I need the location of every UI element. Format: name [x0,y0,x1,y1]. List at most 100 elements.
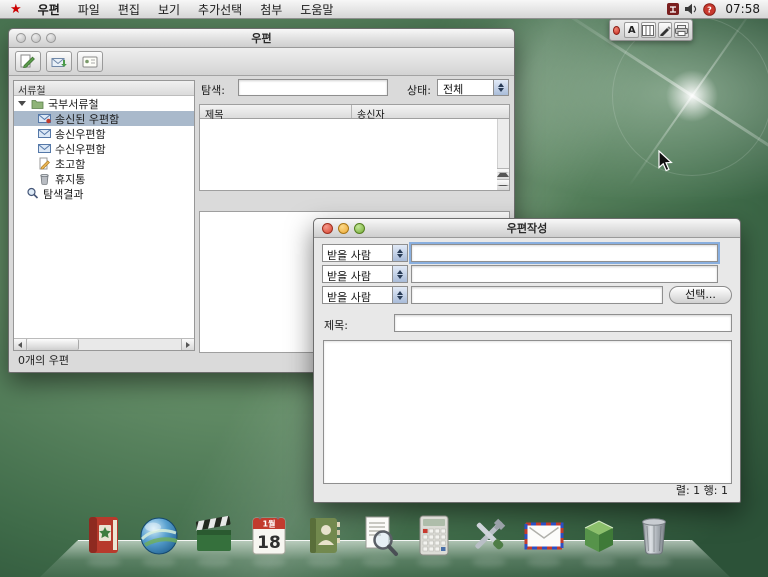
dock-dictionary-icon[interactable] [81,511,127,557]
zoom-button[interactable] [46,33,56,43]
dock-calculator-icon[interactable] [411,511,457,557]
column-subject[interactable]: 제목 [200,105,352,118]
sidebar-item-sent[interactable]: 송신된 우편함 [14,111,194,126]
recipient-input-2[interactable] [411,265,718,283]
get-mail-button[interactable] [46,51,72,72]
minimize-button[interactable] [31,33,41,43]
recipient-type-dropdown-3[interactable]: 받을 사람 [322,286,408,304]
column-sender[interactable]: 송신자 [352,105,509,118]
sidebar-item-inbox[interactable]: 수신우편함 [14,141,194,156]
sidebar-item-label: 송신된 우편함 [55,111,119,127]
recipient-input-1[interactable] [411,244,718,262]
sidebar-item-search-results[interactable]: 탐색결과 [14,186,194,201]
search-input[interactable] [238,79,388,96]
list-scroll-arrows[interactable] [497,168,509,190]
folder-sidebar: 서류철 국부서류철 송신된 우편함 송신우편함 수신우편함 초고함 휴지통 [13,80,195,351]
trash-icon [38,172,51,185]
mail-status-text: 0개의 우편 [18,352,69,368]
dock-calendar-month: 1월 [263,519,276,529]
mail-titlebar[interactable]: 우편 [9,29,514,48]
sidebar-item-label: 송신우편함 [55,126,106,142]
menu-attach[interactable]: 첨부 [251,0,291,19]
stepper-icon [392,245,407,261]
folder-root-row[interactable]: 국부서류철 [14,96,194,111]
sidebar-horizontal-scrollbar[interactable] [14,338,194,350]
menu-view[interactable]: 보기 [149,0,189,19]
subject-input[interactable] [394,314,732,332]
search-label: 탐색: [201,82,225,98]
sidebar-item-drafts[interactable]: 초고함 [14,156,194,171]
new-mail-button[interactable] [15,51,41,72]
dock-trash-icon[interactable] [631,511,677,557]
message-list-header: 제목 송신자 [199,104,510,119]
stepper-icon [493,80,508,95]
clock: 07:58 [725,2,760,16]
sidebar-item-label: 휴지통 [55,171,85,187]
disclosure-triangle-icon[interactable] [18,101,26,106]
columns-button[interactable] [641,22,656,38]
select-recipient-button[interactable]: 선택... [669,286,732,304]
dock-mail-icon[interactable] [521,511,567,557]
state-popup[interactable]: 전체 [437,79,509,96]
dock-icons: 1월 18 [81,511,677,557]
ime-indicator-icon[interactable] [667,3,679,15]
scrollbar-thumb[interactable] [27,339,79,350]
sidebar-item-trash[interactable]: 휴지통 [14,171,194,186]
printer-button[interactable] [674,22,689,38]
sidebar-item-label: 탐색결과 [43,186,83,202]
close-button[interactable] [16,33,26,43]
compose-titlebar[interactable]: 우편작성 [314,219,740,238]
dock-calendar-icon[interactable]: 1월 18 [246,511,292,557]
message-body-textarea[interactable] [323,340,732,484]
zoom-button[interactable] [354,223,365,234]
drafts-icon [38,157,51,170]
close-button[interactable] [322,223,333,234]
menu-options[interactable]: 추가선택 [189,0,251,19]
folder-root-label: 국부서류철 [48,96,99,112]
message-list[interactable] [199,119,510,191]
palette-close-button[interactable] [613,26,620,35]
mail-window-title: 우편 [9,30,514,46]
stepper-icon [392,266,407,282]
minimize-button[interactable] [338,223,349,234]
recipient-input-3[interactable] [411,286,663,304]
compose-window: 우편작성 받을 사람 받을 사람 받을 사람 선택... 제목: 렬: 1 행:… [313,218,741,503]
folders-header: 서류철 [14,81,194,96]
menu-mail[interactable]: 우편 [29,0,69,19]
dock-contacts-icon[interactable] [301,511,347,557]
outbox-icon [38,127,51,140]
dock-software-icon[interactable] [576,511,622,557]
sidebar-item-label: 수신우편함 [55,141,106,157]
recipient-type-dropdown-1[interactable]: 받을 사람 [322,244,408,262]
font-button[interactable]: A [624,22,639,38]
stepper-icon [392,287,407,303]
redstar-logo-icon[interactable]: ★ [10,0,22,19]
sent-mailbox-icon [38,112,51,125]
sidebar-item-outbox[interactable]: 송신우편함 [14,126,194,141]
inbox-icon [38,142,51,155]
scroll-left-arrow[interactable] [14,339,27,350]
dock-browser-icon[interactable] [136,511,182,557]
scroll-right-arrow[interactable] [181,339,194,350]
address-book-button[interactable] [77,51,103,72]
dock-search-icon[interactable] [356,511,402,557]
menu-edit[interactable]: 편집 [109,0,149,19]
pane-splitter[interactable] [199,192,510,211]
recipient-type-dropdown-2[interactable]: 받을 사람 [322,265,408,283]
subject-label: 제목: [324,317,348,333]
dock-movies-icon[interactable] [191,511,237,557]
help-glyph: ? [708,5,713,14]
help-badge-icon[interactable]: ? [703,3,716,16]
speaker-icon[interactable] [684,3,698,15]
menubar: ★ 우편 파일 편집 보기 추가선택 첨부 도움말 ? 07:58 [0,0,768,19]
dock-calendar-day: 18 [257,533,281,553]
compose-window-title: 우편작성 [314,220,740,236]
mouse-cursor [658,150,675,176]
sidebar-item-label: 초고함 [55,156,85,172]
magnifier-icon [26,187,39,200]
pen-button[interactable] [658,22,673,38]
dock-tools-icon[interactable] [466,511,512,557]
state-label: 상태: [407,82,431,98]
menu-file[interactable]: 파일 [69,0,109,19]
menu-help[interactable]: 도움말 [291,0,342,19]
